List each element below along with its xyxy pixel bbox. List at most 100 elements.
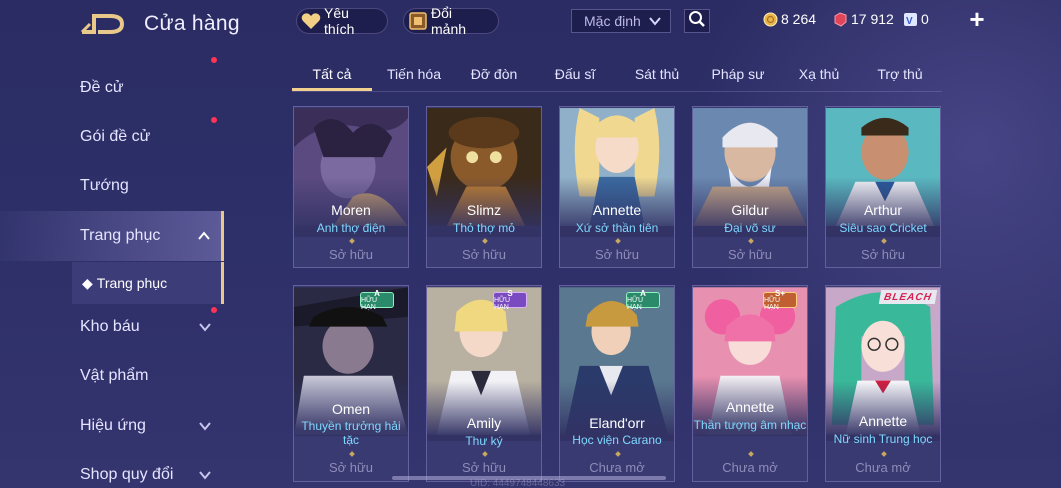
skin-card[interactable]: Gildur Đại võ sư Sở hữu (692, 106, 808, 268)
divider-icon (349, 451, 355, 457)
heart-icon (301, 11, 321, 31)
hero-name: Omen (331, 401, 371, 417)
divider-icon (748, 451, 754, 457)
voucher-amount: 0 (921, 11, 929, 27)
sidebar-item-recommended-packs[interactable]: Gói đề cử (0, 57, 224, 162)
skin-card[interactable]: A HỮU HẠN Omen Thuyền trưởng hải tặc Sở h… (293, 285, 409, 482)
exchange-label: Đổi mảnh (431, 5, 467, 37)
tab-warrior[interactable]: Đấu sĩ (555, 66, 595, 82)
sidebar-item-label: Vật phẩm (80, 367, 149, 384)
sidebar-item-label: Gói đề cử (80, 128, 151, 145)
hero-name: Arthur (863, 202, 903, 218)
skin-name: Anh thợ điện (316, 221, 386, 235)
exchange-fragments-button[interactable]: Đổi mảnh (403, 5, 499, 37)
page-title: Cửa hàng (144, 12, 240, 35)
bullet-icon: ◆ (82, 274, 93, 291)
skin-card[interactable]: Annette Xứ sở thần tiên Sở hữu (559, 106, 675, 268)
skin-card[interactable]: Moren Anh thợ điện Sở hữu (293, 106, 409, 268)
rank-badge: S HỮU HẠN (493, 289, 527, 311)
divider-icon (615, 238, 621, 244)
sidebar-item-effects[interactable]: Hiệu ứng (0, 401, 224, 451)
hero-name: Annette (725, 399, 775, 415)
skin-card[interactable]: S+ HỮU HẠN Annette Thần tượng âm nhạc Chư… (692, 285, 808, 482)
rank-badge: S+ HỮU HẠN (763, 289, 797, 311)
hero-name: Gildur (731, 202, 769, 218)
tab-mage[interactable]: Pháp sư (712, 66, 765, 82)
skin-name: Thư ký (465, 434, 503, 448)
ownership-status: Sở hữu (329, 247, 373, 262)
gem-currency: 17 912 (833, 11, 894, 27)
skin-name: Đại võ sư (724, 221, 776, 235)
gold-coin-icon (763, 12, 778, 27)
favorites-label: Yêu thích (324, 5, 355, 37)
chevron-down-icon (198, 468, 212, 487)
user-id: UID: 4449748448633 (470, 478, 566, 488)
hero-name: Eland'orr (589, 415, 645, 431)
sidebar-item-label: Kho báu (80, 318, 140, 335)
tab-all[interactable]: Tất cả (313, 66, 352, 82)
ownership-status: Sở hữu (595, 247, 639, 262)
divider-icon (482, 451, 488, 457)
ownership-status: Sở hữu (462, 247, 506, 262)
sidebar-item-skins[interactable]: Trang phục (0, 211, 224, 261)
skin-card[interactable]: BLEACH Annette Nữ sinh Trung học Chưa mở (825, 285, 941, 482)
sidebar-item-heroes[interactable]: Tướng (0, 161, 224, 211)
svg-text:V: V (906, 16, 913, 27)
chevron-down-icon (198, 320, 212, 339)
sidebar: Đề cử Gói đề cử Tướng Trang phục ◆ Trang… (0, 57, 224, 488)
sidebar-item-exchange-shop[interactable]: Shop quy đổi (0, 450, 224, 488)
tab-divider (292, 91, 942, 92)
active-tab-indicator (292, 88, 372, 91)
divider-icon (748, 238, 754, 244)
skin-name: Thuyền trưởng hải tặc (301, 419, 401, 447)
sidebar-item-items[interactable]: Vật phẩm (0, 351, 224, 401)
gem-amount: 17 912 (851, 11, 894, 27)
add-currency-button[interactable]: + (966, 6, 988, 32)
bleach-logo: BLEACH (878, 290, 938, 304)
skin-name: Siêu sao Cricket (839, 221, 927, 235)
skin-name: Thần tượng âm nhạc (693, 418, 807, 432)
skin-name: Nữ sinh Trung học (833, 432, 933, 446)
hero-name: Slimz (466, 202, 502, 218)
gold-amount: 8 264 (781, 11, 817, 27)
sidebar-item-label: Đề cử (80, 79, 124, 96)
skin-name: Học viện Carano (572, 433, 662, 447)
skin-card[interactable]: S HỮU HẠN Amily Thư ký Sở hữu (426, 285, 542, 482)
sidebar-item-label: Trang phục (80, 227, 161, 244)
divider-icon (482, 238, 488, 244)
sidebar-subitem-skins[interactable]: ◆ Trang phục (72, 262, 224, 304)
gold-currency: 8 264 (763, 11, 816, 27)
ownership-status: Chưa mở (589, 460, 645, 475)
chevron-up-icon (197, 229, 211, 248)
tab-support[interactable]: Trợ thủ (877, 66, 922, 82)
fragment-chest-icon (408, 11, 428, 31)
sort-dropdown[interactable]: Mặc định (571, 9, 671, 33)
tab-evolution[interactable]: Tiến hóa (387, 66, 441, 82)
skin-name: Thỏ thợ mỏ (453, 221, 515, 235)
category-tabs: Tất cả Tiến hóa Đỡ đòn Đấu sĩ Sát thủ Ph… (292, 58, 942, 92)
sidebar-item-recommended[interactable]: Đề cử (0, 63, 224, 113)
chevron-down-icon (648, 14, 662, 31)
sidebar-item-label: Hiệu ứng (80, 417, 146, 434)
search-button[interactable] (684, 9, 710, 33)
tab-tank[interactable]: Đỡ đòn (471, 66, 518, 82)
divider-icon (881, 238, 887, 244)
skin-name: Xứ sở thần tiên (575, 221, 659, 235)
hero-name: Annette (858, 413, 908, 429)
back-icon[interactable] (80, 12, 126, 36)
chevron-down-icon (198, 419, 212, 438)
tab-marksman[interactable]: Xạ thủ (799, 66, 839, 82)
sort-value: Mặc định (584, 13, 641, 29)
sidebar-item-treasure[interactable]: Kho báu (0, 302, 224, 352)
ownership-status: Sở hữu (462, 460, 506, 475)
skin-card[interactable]: Arthur Siêu sao Cricket Sở hữu (825, 106, 941, 268)
tab-assassin[interactable]: Sát thủ (635, 66, 679, 82)
favorites-button[interactable]: Yêu thích (296, 5, 388, 37)
divider-icon (615, 451, 621, 457)
notification-dot (211, 307, 217, 313)
voucher-icon: V (903, 12, 918, 27)
hero-name: Annette (592, 202, 642, 218)
voucher-currency: V 0 (903, 11, 929, 27)
skin-card[interactable]: Slimz Thỏ thợ mỏ Sở hữu (426, 106, 542, 268)
skin-card[interactable]: A HỮU HẠN Eland'orr Học viện Carano Chưa … (559, 285, 675, 482)
